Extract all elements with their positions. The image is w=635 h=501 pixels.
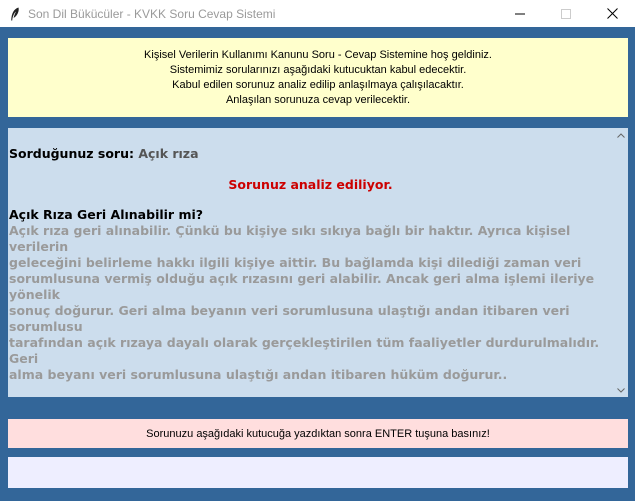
minimize-icon [515, 13, 525, 14]
status-message: Sorunuz analiz ediliyor. [228, 177, 393, 192]
question-text: Açık rıza [138, 146, 199, 161]
welcome-panel: Kişisel Verilerin Kullanımı Kanunu Soru … [8, 38, 628, 117]
welcome-line: Kişisel Verilerin Kullanımı Kanunu Soru … [144, 48, 492, 61]
question-label: Sorduğunuz soru: [9, 146, 134, 161]
maximize-button[interactable] [543, 0, 589, 27]
answer-line: geleceğini belirleme hakkı ilgili kişiye… [9, 255, 582, 270]
chevron-up-icon [617, 132, 625, 138]
answer-line: Açık rıza geri alınabilir. Çünkü bu kişi… [9, 223, 571, 254]
welcome-line: Anlaşılan sorunuza cevap verilecektir. [225, 93, 411, 106]
answer-text-area[interactable]: Sorduğunuz soru: Açık rıza Sorunuz anali… [8, 128, 628, 397]
answer-content: Sorduğunuz soru: Açık rıza Sorunuz anali… [8, 128, 614, 397]
close-button[interactable] [589, 0, 635, 27]
scroll-down-button[interactable] [614, 383, 628, 397]
answer-line: alma beyanı veri sorumlusuna ulaştığı an… [9, 367, 508, 382]
answer-body: Açık rıza geri alınabilir. Çünkü bu kişi… [9, 223, 612, 383]
answer-title: Açık Rıza Geri Alınabilir mi? [9, 207, 204, 222]
minimize-button[interactable] [497, 0, 543, 27]
vertical-scrollbar[interactable] [614, 128, 628, 397]
scroll-up-button[interactable] [614, 128, 628, 142]
question-input[interactable] [8, 457, 628, 488]
welcome-line: Kabul edilen sorunuz analiz edilip anlaş… [172, 78, 464, 91]
maximize-icon [561, 8, 571, 19]
welcome-line: Sistemimiz sorularınızı aşağıdaki kutucu… [169, 63, 467, 76]
close-icon [606, 8, 618, 19]
feather-icon [8, 7, 22, 21]
answer-line: sorumlusuna vermiş olduğu açık rızasını … [9, 271, 595, 302]
answer-line: tarafından açık rızaya dayalı olarak ger… [9, 335, 600, 366]
question-line: Sorduğunuz soru: Açık rıza [9, 146, 612, 162]
instruction-label: Sorunuzu aşağıdaki kutucuğa yazdıktan so… [8, 419, 628, 448]
window-title: Son Dil Bükücüler - KVKK Soru Cevap Sist… [28, 6, 276, 21]
chevron-down-icon [617, 387, 625, 393]
title-bar: Son Dil Bükücüler - KVKK Soru Cevap Sist… [0, 0, 635, 27]
answer-line: sonuç doğurur. Geri alma beyanın veri so… [9, 303, 570, 334]
